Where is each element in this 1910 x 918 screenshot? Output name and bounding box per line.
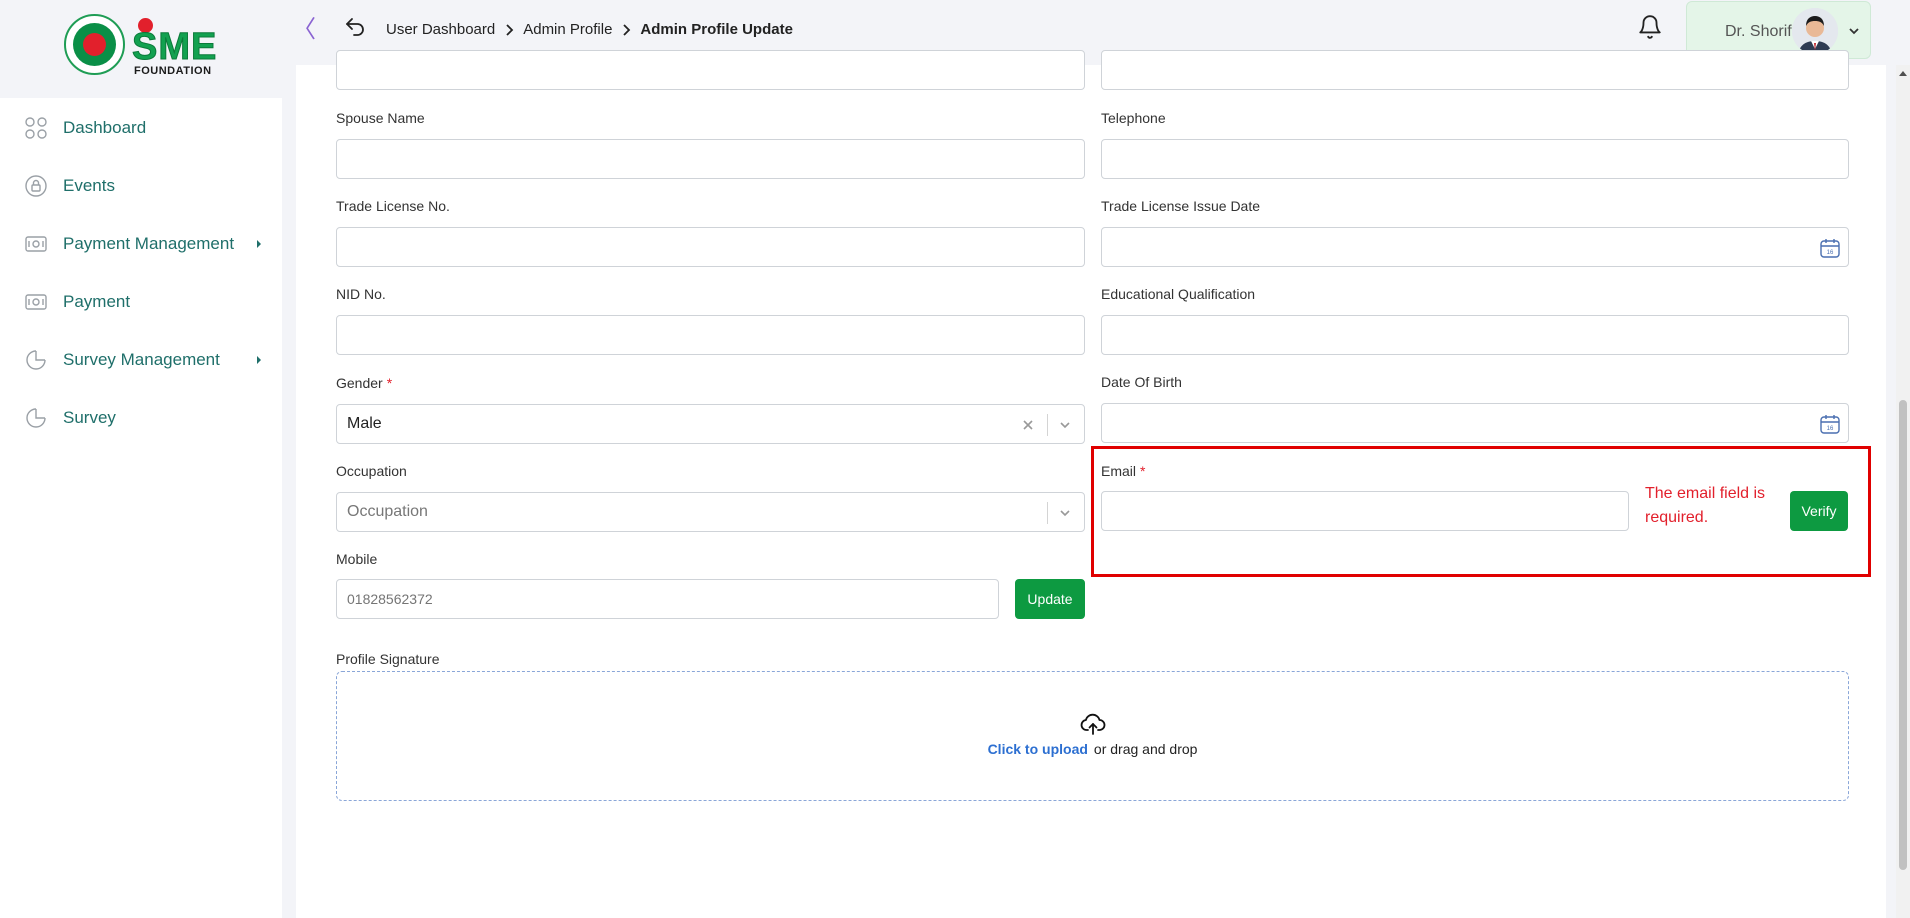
sidebar-item-survey[interactable]: Survey: [0, 394, 282, 442]
trade-license-no-label: Trade License No.: [336, 198, 450, 214]
spouse-name-label: Spouse Name: [336, 110, 425, 126]
previous-field-left-input[interactable]: [336, 50, 1085, 90]
bangladesh-emblem-icon: [64, 14, 125, 75]
svg-text:16: 16: [1827, 426, 1834, 432]
gender-selected-value: Male: [347, 415, 382, 432]
signature-upload-dropzone[interactable]: Click to upload or drag and drop: [336, 671, 1849, 801]
occupation-placeholder: Occupation: [347, 503, 428, 520]
email-highlight-box: [1091, 446, 1871, 577]
gender-select[interactable]: Male: [336, 404, 1085, 444]
chevron-down-icon[interactable]: [1058, 506, 1072, 520]
mobile-label: Mobile: [336, 551, 378, 567]
brand-word: SME: [131, 26, 218, 68]
breadcrumb-admin-profile[interactable]: Admin Profile: [523, 21, 612, 38]
avatar: [1792, 8, 1838, 54]
svg-text:16: 16: [1827, 250, 1834, 256]
spouse-name-input[interactable]: [336, 139, 1085, 179]
money-icon: [25, 294, 47, 310]
breadcrumb-current-page: Admin Profile Update: [640, 21, 793, 38]
date-of-birth-input[interactable]: 16: [1101, 403, 1849, 443]
mobile-input[interactable]: [336, 579, 999, 619]
date-of-birth-label: Date Of Birth: [1101, 374, 1182, 390]
previous-field-right-input[interactable]: [1101, 50, 1849, 90]
required-marker: *: [386, 375, 393, 391]
lock-icon: [25, 175, 47, 197]
sidebar-item-label: Payment Management: [63, 234, 235, 253]
caret-right-icon: [257, 240, 261, 248]
clear-icon[interactable]: [1021, 418, 1035, 432]
scrollbar-thumb[interactable]: [1899, 400, 1907, 870]
sme-foundation-logo[interactable]: SME FOUNDATION: [64, 14, 224, 77]
trade-license-no-input[interactable]: [336, 227, 1085, 267]
sidebar: Dashboard Events Payment Management Paym…: [0, 98, 282, 918]
chevron-down-icon[interactable]: [1058, 418, 1072, 432]
breadcrumb-user-dashboard[interactable]: User Dashboard: [386, 21, 495, 38]
sidebar-item-label: Survey Management: [63, 350, 220, 369]
page-scrollbar[interactable]: [1896, 65, 1910, 918]
sidebar-collapse-icon[interactable]: 〈: [292, 16, 316, 44]
calendar-icon[interactable]: 16: [1819, 413, 1841, 435]
sidebar-item-survey-management[interactable]: Survey Management: [0, 336, 282, 384]
educational-qualification-input[interactable]: [1101, 315, 1849, 355]
breadcrumb: User Dashboard Admin Profile Admin Profi…: [386, 21, 793, 38]
sidebar-item-events[interactable]: Events: [0, 162, 282, 210]
trade-license-issue-date-label: Trade License Issue Date: [1101, 198, 1261, 214]
nid-no-label: NID No.: [336, 286, 386, 302]
update-button[interactable]: Update: [1015, 579, 1085, 619]
telephone-label: Telephone: [1101, 110, 1166, 126]
upload-instruction: Click to upload or drag and drop: [337, 741, 1848, 757]
nid-no-input[interactable]: [336, 315, 1085, 355]
sidebar-item-dashboard[interactable]: Dashboard: [0, 104, 282, 152]
sidebar-item-label: Survey: [63, 408, 116, 427]
user-name: Dr. Shorif: [1725, 23, 1792, 40]
brand-subtitle: FOUNDATION: [134, 65, 212, 77]
drag-drop-text: or drag and drop: [1093, 741, 1198, 757]
calendar-icon[interactable]: 16: [1819, 237, 1841, 259]
occupation-label: Occupation: [336, 463, 407, 479]
occupation-select[interactable]: Occupation: [336, 492, 1085, 532]
chevron-right-icon: [506, 23, 514, 36]
sidebar-item-label: Dashboard: [63, 118, 147, 137]
money-icon: [25, 236, 47, 252]
sidebar-item-payment[interactable]: Payment: [0, 278, 282, 326]
scroll-up-arrow-icon[interactable]: [1898, 69, 1908, 77]
sidebar-item-label: Payment: [63, 292, 131, 311]
pie-chart-icon: [26, 408, 46, 428]
notification-bell-icon[interactable]: [1637, 14, 1663, 40]
brand-mark: SME FOUNDATION: [131, 18, 224, 77]
sidebar-item-payment-management[interactable]: Payment Management: [0, 220, 282, 268]
sidebar-item-label: Events: [63, 176, 115, 195]
educational-qualification-label: Educational Qualification: [1101, 286, 1256, 302]
telephone-input[interactable]: [1101, 139, 1849, 179]
click-to-upload-link[interactable]: Click to upload: [988, 741, 1088, 757]
cloud-upload-icon: [1080, 713, 1106, 735]
chevron-down-icon: [1849, 28, 1859, 35]
caret-right-icon: [257, 356, 261, 364]
back-arrow-icon[interactable]: [343, 15, 367, 39]
profile-signature-label: Profile Signature: [336, 651, 440, 667]
grid-icon: [25, 117, 47, 139]
pie-chart-icon: [26, 350, 46, 370]
trade-license-issue-date-input[interactable]: 16: [1101, 227, 1849, 267]
gender-label: Gender *: [336, 375, 393, 391]
chevron-right-icon: [623, 23, 631, 36]
